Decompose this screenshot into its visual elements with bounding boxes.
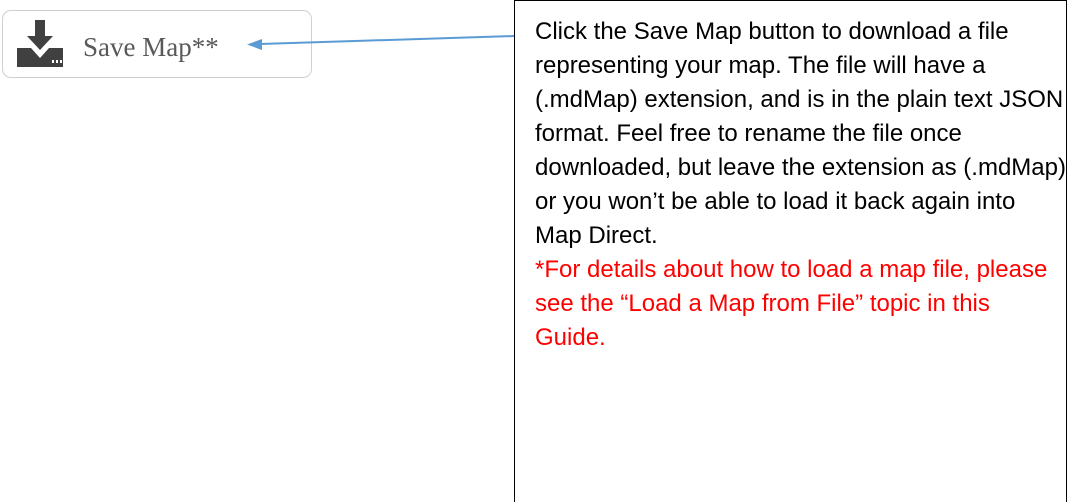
save-map-label: Save Map** (83, 31, 219, 62)
callout-description: Click the Save Map button to download a … (535, 15, 1066, 355)
save-map-button[interactable]: Save Map** (2, 10, 312, 78)
callout-note: *For details about how to load a map fil… (535, 256, 1048, 351)
callout-description-text: Click the Save Map button to download a … (535, 18, 1066, 249)
download-icon (11, 20, 73, 68)
callout-box: Click the Save Map button to download a … (514, 0, 1067, 502)
